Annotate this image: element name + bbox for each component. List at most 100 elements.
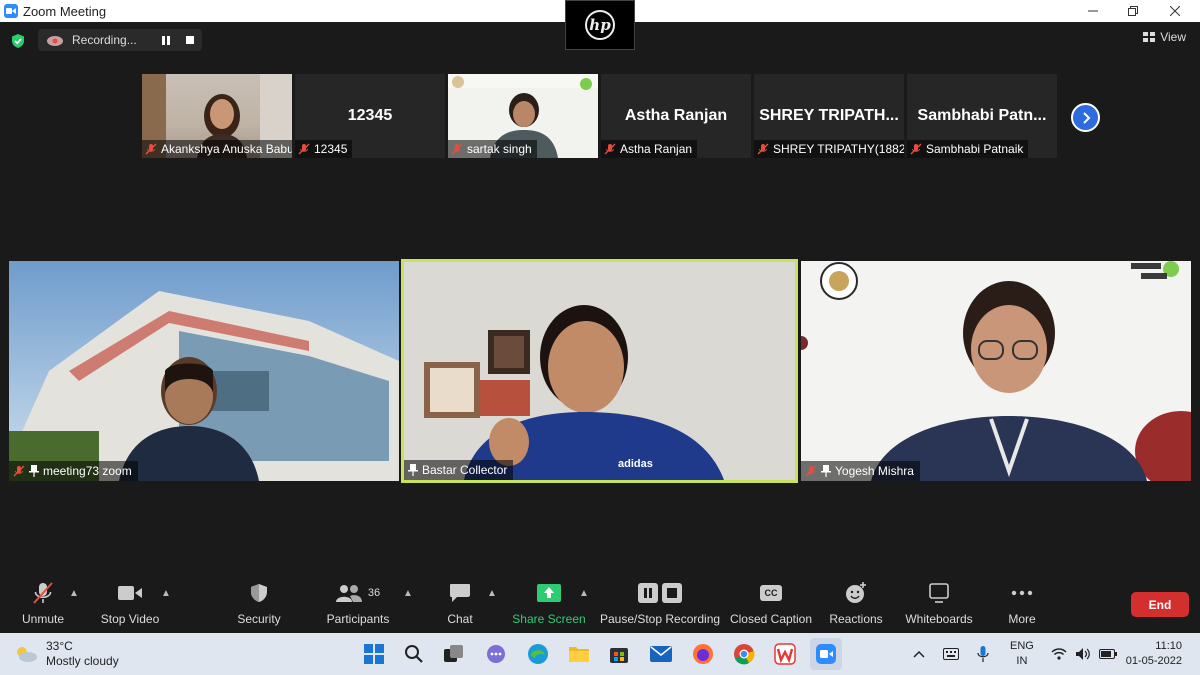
close-button[interactable] [1155, 0, 1195, 22]
pause-stop-recording-label: Pause/Stop Recording [599, 612, 721, 626]
window-title: Zoom Meeting [23, 3, 107, 19]
chevron-up-icon[interactable] [913, 650, 925, 658]
active-speaker-tile[interactable]: adidas Bastar Collector [401, 259, 798, 483]
view-button[interactable]: View [1143, 30, 1186, 44]
participants-label: Participants [326, 612, 390, 626]
task-view-button[interactable] [438, 638, 470, 670]
participants-button[interactable]: 36 Participants [325, 580, 391, 632]
battery-icon [1099, 649, 1117, 659]
region-code: IN [1016, 655, 1028, 667]
closed-caption-button[interactable]: CC Closed Caption [730, 580, 812, 632]
language-code: ENG [1010, 640, 1034, 652]
participant-thumbnail[interactable]: Akankshya Anuska Babu [142, 74, 292, 158]
stop-video-button[interactable]: Stop Video [98, 580, 162, 632]
closed-caption-label: Closed Caption [729, 612, 813, 626]
zoom-app[interactable] [810, 638, 842, 670]
participant-video [9, 261, 399, 481]
next-page-button[interactable] [1071, 103, 1100, 132]
participant-video [801, 261, 1191, 481]
video-tile[interactable]: Yogesh Mishra [801, 261, 1191, 481]
participant-display-name: Astha Ranjan [624, 107, 728, 124]
audio-options-caret-icon[interactable]: ▲ [69, 588, 79, 599]
participant-thumbnail[interactable]: Astha Ranjan Astha Ranjan [601, 74, 751, 158]
chat-bubble-icon [450, 584, 470, 602]
mic-muted-icon [298, 143, 310, 155]
participant-video: adidas [404, 262, 795, 480]
participant-name-tag: Akankshya Anuska Babu [142, 140, 292, 158]
reactions-label: Reactions [829, 612, 883, 626]
mic-muted-icon [145, 143, 157, 155]
video-options-caret-icon[interactable]: ▲ [161, 588, 171, 599]
view-label: View [1160, 30, 1186, 44]
participants-icon [335, 585, 362, 602]
stop-recording-icon[interactable] [184, 34, 196, 46]
shield-icon [251, 584, 267, 602]
status-icons[interactable] [1051, 633, 1117, 675]
edge-app[interactable] [522, 638, 554, 670]
whiteboards-button[interactable]: Whiteboards [903, 580, 975, 632]
participant-thumbnail[interactable]: Sambhabi Patn... Sambhabi Patnaik [907, 74, 1057, 158]
search-button[interactable] [398, 638, 430, 670]
mic-muted-icon [33, 582, 53, 604]
more-button[interactable]: More [1002, 580, 1042, 632]
participant-name: Akankshya Anuska Babu [161, 142, 292, 156]
task-view-icon [444, 645, 463, 662]
chat-button[interactable]: Chat [440, 580, 480, 632]
participant-thumbnail[interactable]: 12345 12345 [295, 74, 445, 158]
teams-chat-app[interactable] [480, 638, 512, 670]
pause-stop-recording-button[interactable]: Pause/Stop Recording [599, 580, 721, 632]
participant-name: Yogesh Mishra [835, 464, 914, 478]
microphone-icon[interactable] [977, 646, 989, 662]
participant-name-tag: SHREY TRIPATHY(1882... [754, 140, 904, 158]
system-clock[interactable]: 11:10 01-05-2022 [1126, 639, 1182, 669]
zoom-app-icon [816, 644, 836, 664]
store-app[interactable] [603, 638, 635, 670]
folder-icon [569, 647, 589, 662]
participant-name-tag: Astha Ranjan [601, 140, 698, 158]
keyboard-icon[interactable] [943, 648, 959, 660]
participant-name: sartak singh [467, 142, 532, 156]
language-indicator[interactable]: ENG IN [1010, 639, 1034, 669]
participant-display-name: 12345 [347, 107, 393, 124]
restore-button[interactable] [1113, 0, 1153, 22]
whiteboards-label: Whiteboards [905, 612, 973, 626]
more-dots-icon [1011, 590, 1033, 596]
pause-recording-icon[interactable] [160, 34, 172, 46]
participants-count: 36 [367, 587, 381, 599]
pause-icon [638, 583, 658, 603]
unmute-button[interactable]: Unmute [18, 580, 68, 632]
end-meeting-button[interactable]: End [1131, 592, 1189, 617]
system-tray [913, 633, 989, 675]
mic-muted-icon [13, 465, 25, 477]
mail-app[interactable] [645, 638, 677, 670]
share-options-caret-icon[interactable]: ▲ [579, 588, 589, 599]
participants-options-caret-icon[interactable]: ▲ [403, 588, 413, 599]
mic-muted-icon [757, 143, 769, 155]
participant-name-tag: Bastar Collector [404, 460, 514, 480]
firefox-app[interactable] [687, 638, 719, 670]
participant-name-tag: 12345 [295, 140, 353, 158]
participant-thumbnail[interactable]: sartak singh [448, 74, 598, 158]
search-icon [405, 645, 423, 663]
participant-name-tag: Yogesh Mishra [801, 461, 920, 481]
participant-thumbnail[interactable]: SHREY TRIPATH... SHREY TRIPATHY(1882... [754, 74, 904, 158]
reactions-button[interactable]: Reactions [828, 580, 884, 632]
file-explorer-app[interactable] [563, 638, 595, 670]
chat-app-icon [487, 645, 505, 663]
start-button[interactable] [358, 638, 390, 670]
weather-widget[interactable]: 33°C Mostly cloudy [14, 639, 119, 669]
unmute-label: Unmute [21, 612, 65, 626]
video-tile[interactable]: meeting73 zoom [9, 261, 399, 481]
minimize-button[interactable] [1073, 0, 1113, 22]
encryption-shield-icon[interactable] [10, 33, 26, 49]
wifi-icon [1051, 648, 1067, 660]
security-button[interactable]: Security [234, 580, 284, 632]
wps-office-app[interactable] [769, 638, 801, 670]
chat-options-caret-icon[interactable]: ▲ [487, 588, 497, 599]
recording-indicator: Recording... [38, 29, 202, 51]
chrome-app[interactable] [728, 638, 760, 670]
participant-name-tag: Sambhabi Patnaik [907, 140, 1029, 158]
share-screen-button[interactable]: Share Screen [512, 580, 586, 632]
windows-taskbar: 33°C Mostly cloudy ENG IN 11:10 01-05-20… [0, 633, 1200, 675]
video-camera-icon [118, 586, 142, 600]
